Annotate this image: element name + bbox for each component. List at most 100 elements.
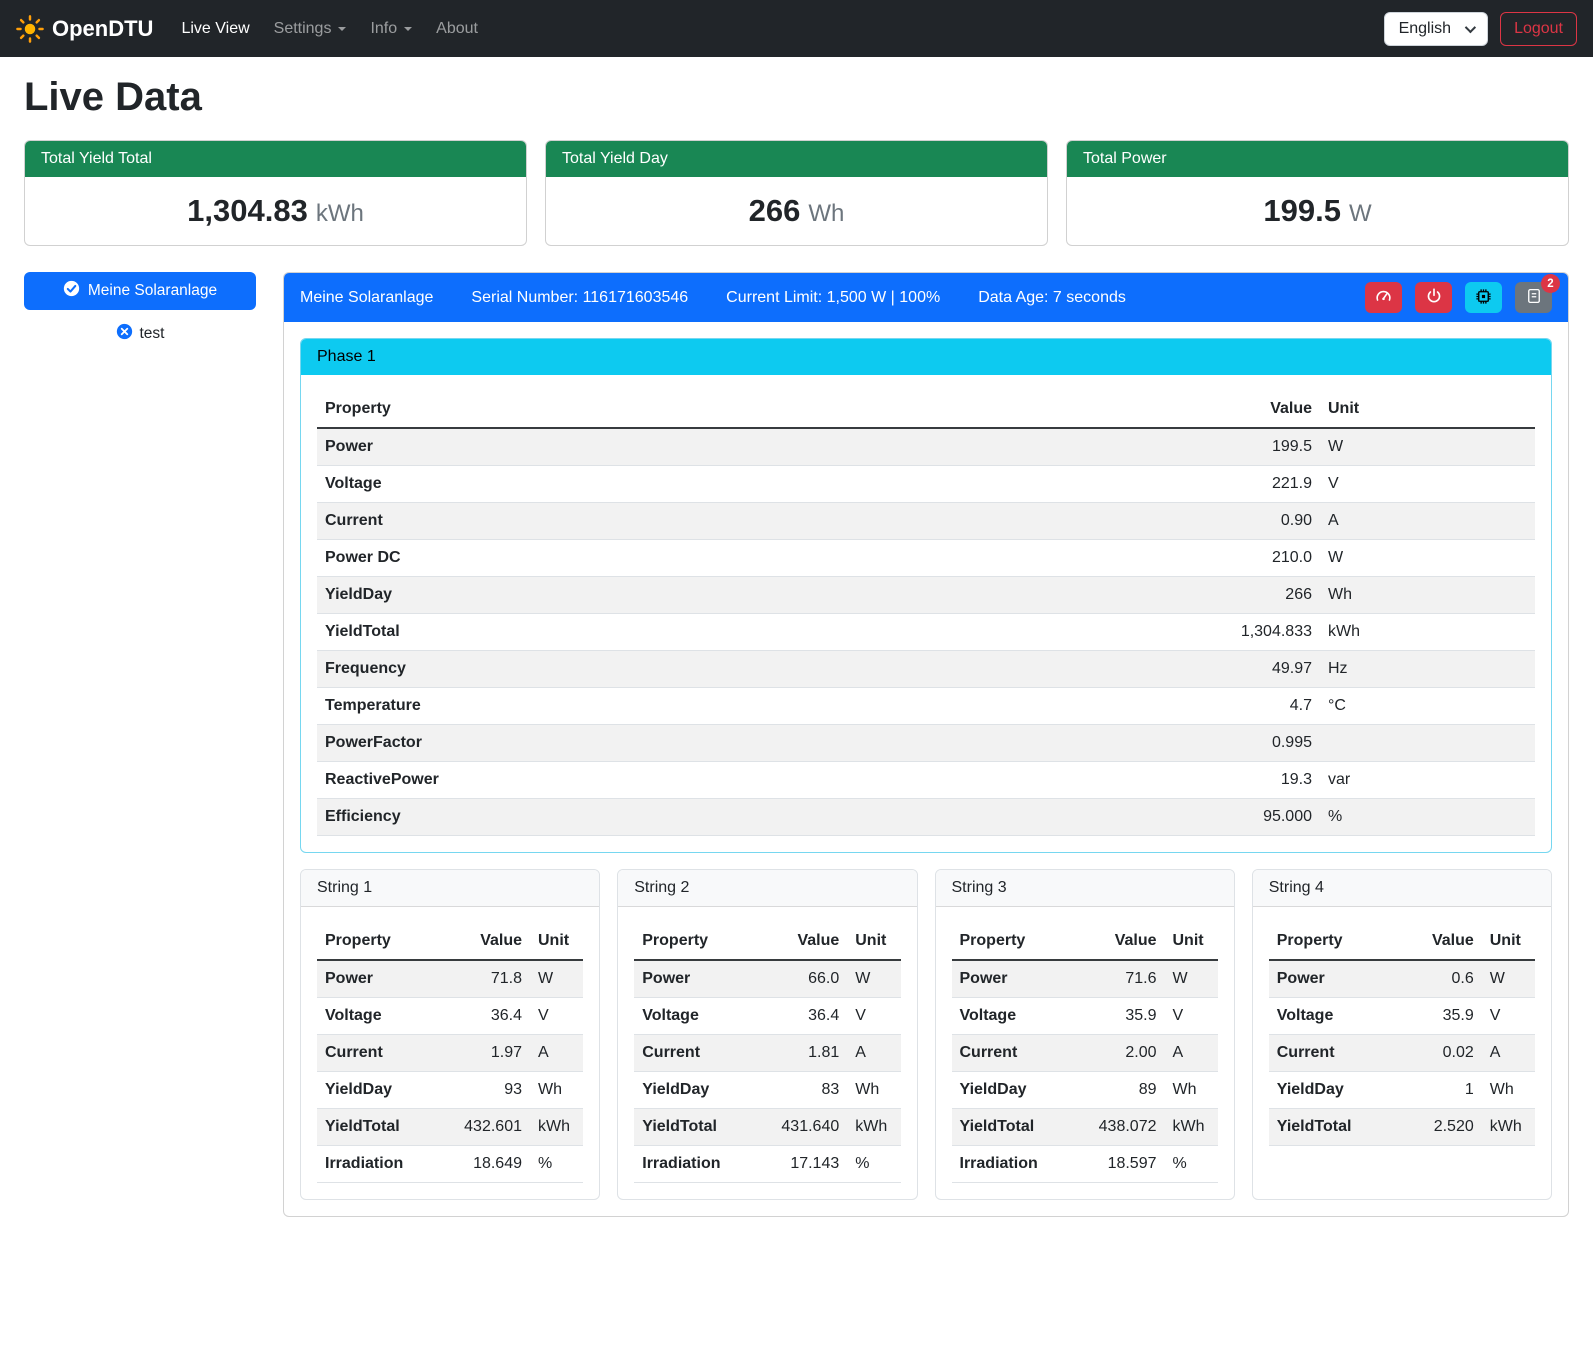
- table-row: Power71.6W: [952, 960, 1218, 998]
- value-cell: 83: [757, 1072, 848, 1109]
- string-card-3: String 3 Property Value Unit: [935, 869, 1235, 1200]
- table-row: YieldDay83Wh: [634, 1072, 900, 1109]
- table-header-row: Property Value Unit: [1269, 923, 1535, 960]
- unit-cell: Wh: [530, 1072, 583, 1109]
- property-cell: Power: [952, 960, 1074, 998]
- column-header-property: Property: [317, 391, 1190, 428]
- unit-cell: V: [1165, 998, 1218, 1035]
- chevron-down-icon: [338, 27, 346, 31]
- phase-card-title: Phase 1: [301, 339, 1551, 375]
- table-header-row: Property Value Unit: [317, 923, 583, 960]
- value-cell: 0.995: [1190, 725, 1320, 762]
- nav-item-live-view[interactable]: Live View: [173, 12, 257, 46]
- value-cell: 1.97: [439, 1035, 530, 1072]
- language-value: English: [1399, 20, 1451, 38]
- nav-item-settings[interactable]: Settings: [266, 12, 355, 46]
- property-cell: ReactivePower: [317, 762, 1190, 799]
- power-button[interactable]: [1415, 282, 1452, 313]
- inverter-button-label: test: [140, 325, 165, 343]
- inverter-button-inactive[interactable]: test: [24, 322, 256, 346]
- journal-icon: [1525, 287, 1543, 308]
- phase-card: Phase 1 Property Value Unit: [300, 338, 1552, 853]
- unit-cell: kWh: [1320, 614, 1535, 651]
- property-cell: YieldTotal: [317, 1109, 439, 1146]
- value-cell: 0.02: [1391, 1035, 1482, 1072]
- property-cell: Current: [317, 1035, 439, 1072]
- inverter-button-active[interactable]: Meine Solaranlage: [24, 272, 256, 310]
- value-cell: 1: [1391, 1072, 1482, 1109]
- property-cell: Frequency: [317, 651, 1190, 688]
- table-header-row: Property Value Unit: [317, 391, 1535, 428]
- inverter-panel-body: Phase 1 Property Value Unit: [284, 322, 1568, 1216]
- property-cell: Irradiation: [952, 1146, 1074, 1183]
- table-row: Irradiation18.649%: [317, 1146, 583, 1183]
- column-header-property: Property: [952, 923, 1074, 960]
- property-cell: Power: [317, 960, 439, 998]
- unit-cell: [1320, 725, 1535, 762]
- summary-cards-row: Total Yield Total 1,304.83kWh Total Yiel…: [24, 140, 1569, 246]
- event-count-badge: 2: [1541, 274, 1560, 293]
- property-cell: YieldDay: [317, 577, 1190, 614]
- value-cell: 93: [439, 1072, 530, 1109]
- value-cell: 36.4: [439, 998, 530, 1035]
- unit-cell: %: [1320, 799, 1535, 836]
- brand-link[interactable]: OpenDTU: [16, 15, 153, 43]
- value-cell: 66.0: [757, 960, 848, 998]
- device-info-button[interactable]: [1465, 282, 1502, 313]
- nav-item-info[interactable]: Info: [362, 12, 420, 46]
- inverter-data-age: Data Age: 7 seconds: [978, 289, 1126, 307]
- property-cell: Current: [317, 503, 1190, 540]
- unit-cell: var: [1320, 762, 1535, 799]
- unit-cell: W: [1165, 960, 1218, 998]
- value-cell: 19.3: [1190, 762, 1320, 799]
- speedometer-icon: [1374, 287, 1393, 309]
- value-cell: 4.7: [1190, 688, 1320, 725]
- unit-cell: V: [1482, 998, 1535, 1035]
- string-table: Property Value Unit Power71.8WVoltage36.…: [317, 923, 583, 1183]
- value-cell: 210.0: [1190, 540, 1320, 577]
- inverter-serial: Serial Number: 116171603546: [471, 289, 688, 307]
- logout-button[interactable]: Logout: [1500, 12, 1577, 46]
- property-cell: Current: [952, 1035, 1074, 1072]
- language-select[interactable]: English: [1384, 12, 1488, 46]
- table-row: Voltage36.4V: [634, 998, 900, 1035]
- chevron-down-icon: [1465, 21, 1476, 32]
- summary-card-body: 266Wh: [546, 177, 1047, 245]
- table-row: YieldDay1Wh: [1269, 1072, 1535, 1109]
- table-row: PowerFactor0.995: [317, 725, 1535, 762]
- property-cell: Power: [1269, 960, 1391, 998]
- string-card-title: String 2: [618, 870, 916, 907]
- nav-item-about[interactable]: About: [428, 12, 486, 46]
- unit-cell: V: [847, 998, 900, 1035]
- inverter-panel-header: Meine Solaranlage Serial Number: 1161716…: [284, 273, 1568, 322]
- value-cell: 36.4: [757, 998, 848, 1035]
- property-cell: YieldDay: [1269, 1072, 1391, 1109]
- phase-table: Property Value Unit Power199.5WVoltage22…: [317, 391, 1535, 836]
- nav-right: English Logout: [1384, 12, 1577, 46]
- table-row: YieldTotal2.520kWh: [1269, 1109, 1535, 1146]
- column-header-property: Property: [634, 923, 756, 960]
- value-cell: 221.9: [1190, 466, 1320, 503]
- table-row: Current1.97A: [317, 1035, 583, 1072]
- unit-cell: kWh: [1482, 1109, 1535, 1146]
- unit-cell: W: [530, 960, 583, 998]
- table-row: YieldTotal431.640kWh: [634, 1109, 900, 1146]
- column-header-unit: Unit: [1320, 391, 1535, 428]
- column-header-value: Value: [1190, 391, 1320, 428]
- column-header-unit: Unit: [847, 923, 900, 960]
- value-cell: 71.8: [439, 960, 530, 998]
- event-log-button[interactable]: 2: [1515, 282, 1552, 313]
- unit-cell: %: [1165, 1146, 1218, 1183]
- column-header-property: Property: [1269, 923, 1391, 960]
- limit-settings-button[interactable]: [1365, 282, 1402, 313]
- page-content: Live Data Total Yield Total 1,304.83kWh …: [0, 75, 1593, 1247]
- top-navbar: OpenDTU Live View Settings Info About En…: [0, 0, 1593, 57]
- property-cell: YieldTotal: [1269, 1109, 1391, 1146]
- x-circle-icon: [116, 323, 133, 345]
- table-header-row: Property Value Unit: [634, 923, 900, 960]
- page-title: Live Data: [24, 75, 1569, 120]
- table-row: Current0.90A: [317, 503, 1535, 540]
- property-cell: Power: [317, 428, 1190, 466]
- unit-cell: kWh: [1165, 1109, 1218, 1146]
- table-row: Current1.81A: [634, 1035, 900, 1072]
